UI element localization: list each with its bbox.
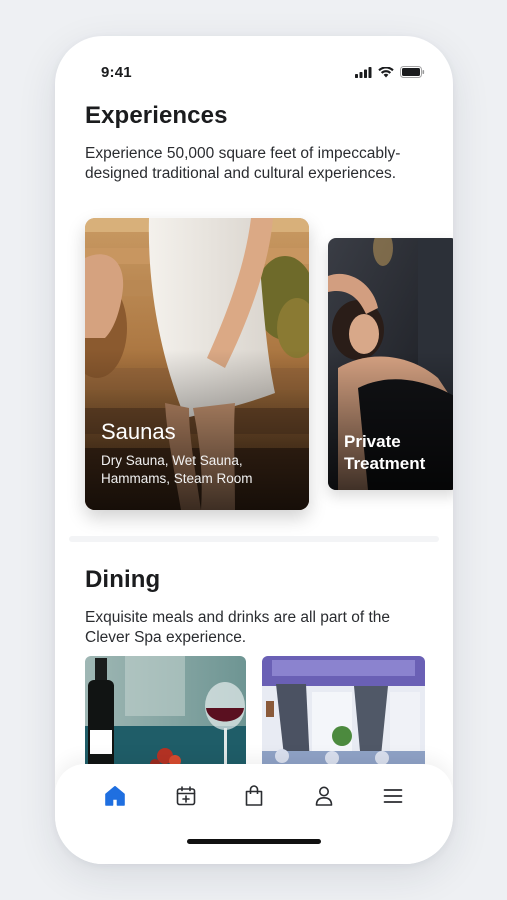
status-icons [355,66,425,78]
experiences-title: Experiences [85,102,228,129]
wifi-icon [378,66,394,77]
menu-icon [383,789,403,803]
treatment-card-title-line1: Private [344,432,401,451]
tab-bar [55,764,453,864]
private-treatment-card[interactable]: Private Treatment [328,238,453,490]
profile-icon [315,786,333,806]
home-icon [105,786,125,806]
tab-home[interactable] [100,782,130,810]
saunas-card-subtitle-line2: Hammams, Steam Room [101,471,253,486]
experiences-section: Experiences Experience 50,000 square fee… [85,102,435,184]
dining-card-restaurant[interactable] [262,656,425,776]
status-bar: 9:41 [55,36,453,106]
dining-card-drinks[interactable] [85,656,246,776]
experiences-carousel[interactable]: Saunas Dry Sauna, Wet Sauna, Hammams, St… [85,218,453,518]
dining-carousel[interactable] [85,656,425,776]
restaurant-photo [262,656,425,776]
drinks-photo [85,656,246,776]
treatment-photo [328,238,453,490]
signal-icon [355,66,372,78]
tab-booking[interactable] [171,782,201,810]
phone-frame: 9:41 Experiences Experience 50,000 squar [55,36,453,864]
saunas-card-subtitle-line1: Dry Sauna, Wet Sauna, [101,453,243,468]
dining-section: Dining Exquisite meals and drinks are al… [85,566,435,648]
tab-profile[interactable] [309,782,339,810]
treatment-card-title-line2: Treatment [344,454,426,473]
section-divider [69,536,439,542]
status-time: 9:41 [101,64,132,81]
saunas-card[interactable]: Saunas Dry Sauna, Wet Sauna, Hammams, St… [85,218,309,510]
home-indicator [187,839,321,844]
battery-icon [400,66,425,78]
dining-description: Exquisite meals and drinks are all part … [85,609,390,646]
calendar-add-icon [176,786,196,806]
tab-menu[interactable] [378,782,408,810]
tab-shop[interactable] [239,782,269,810]
dining-title: Dining [85,566,161,593]
saunas-card-title: Saunas [101,419,176,444]
shopping-bag-icon [245,785,263,806]
experiences-description: Experience 50,000 square feet of impecca… [85,145,401,182]
